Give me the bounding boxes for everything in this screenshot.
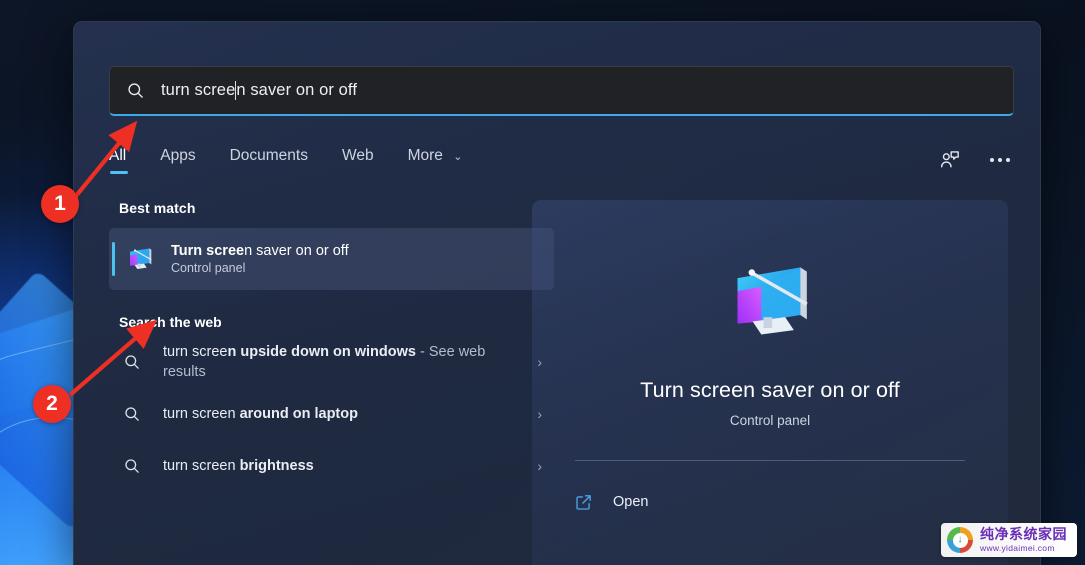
tab-documents-label: Documents — [229, 146, 308, 164]
watermark: ↓ 纯净系统家园 www.yidaimei.com — [941, 523, 1077, 557]
monitor-stylus-icon — [712, 250, 828, 354]
feedback-person-icon[interactable] — [936, 146, 964, 174]
tab-apps-label: Apps — [160, 146, 196, 164]
best-match-subtitle: Control panel — [171, 261, 246, 275]
tab-more-label: More — [407, 146, 443, 164]
web-result-row[interactable]: turn screen around on laptop › — [109, 388, 554, 440]
search-the-web-heading: Search the web — [119, 314, 222, 330]
monitor-stylus-icon — [123, 242, 157, 276]
open-action-label: Open — [613, 494, 649, 510]
web-result-text: turn screen upside down on windows - See… — [163, 342, 529, 382]
tab-all-label: All — [109, 146, 127, 164]
external-link-icon — [574, 493, 593, 512]
preview-title: Turn screen saver on or off — [640, 378, 900, 402]
search-query-before-caret: turn scree — [161, 81, 236, 99]
tab-all[interactable]: All — [109, 146, 129, 174]
best-match-result-row[interactable]: Turn screen saver on or off Control pane… — [109, 228, 554, 290]
ellipsis-dot — [998, 158, 1002, 162]
search-icon — [123, 405, 145, 423]
search-icon — [126, 81, 145, 100]
web-result-text: turn screen around on laptop — [163, 404, 529, 424]
result-preview-panel: Turn screen saver on or off Control pane… — [532, 200, 1008, 565]
chevron-down-icon: ⌄ — [453, 150, 463, 163]
download-arrow-glyph: ↓ — [952, 532, 968, 548]
web-result-prefix: turn screen — [163, 406, 240, 422]
preview-divider — [575, 460, 965, 461]
ellipsis-dot — [990, 158, 994, 162]
web-result-bold: around on laptop — [239, 406, 358, 422]
best-match-title-rest: n saver on or off — [244, 243, 349, 259]
best-match-title: Turn screen saver on or off — [171, 243, 349, 259]
download-arrow-icon: ↓ — [947, 527, 973, 553]
search-icon — [123, 353, 145, 371]
desktop-background: turn scree n saver on or off All Apps Doc… — [0, 0, 1085, 565]
search-query-text: turn scree n saver on or off — [161, 81, 357, 100]
web-result-row[interactable]: turn screen brightness › — [109, 440, 554, 492]
tab-web[interactable]: Web — [342, 147, 374, 174]
web-result-text: turn screen brightness — [163, 456, 529, 476]
more-options-ellipsis-icon[interactable] — [986, 146, 1014, 174]
best-match-title-bold: Turn scree — [171, 243, 245, 259]
search-input[interactable]: turn scree n saver on or off — [109, 66, 1014, 116]
watermark-texts: 纯净系统家园 www.yidaimei.com — [980, 527, 1067, 553]
search-filter-tabs: All Apps Documents Web More ⌄ — [109, 137, 1014, 183]
web-result-row[interactable]: turn screen upside down on windows - See… — [109, 336, 554, 388]
tab-web-label: Web — [341, 146, 374, 164]
ellipsis-dot — [1006, 158, 1010, 162]
search-icon — [123, 457, 145, 475]
tab-more[interactable]: More ⌄ — [408, 147, 463, 174]
web-result-prefix: turn scree — [163, 344, 228, 360]
web-result-bold: n upside down on windows — [227, 344, 416, 360]
best-match-heading: Best match — [119, 200, 196, 216]
watermark-url: www.yidaimei.com — [980, 542, 1055, 553]
search-results-list: Best match Turn screen saver on or off C… — [109, 200, 554, 565]
windows-search-panel: turn scree n saver on or off All Apps Doc… — [73, 21, 1041, 565]
search-query-after-caret: n saver on or off — [236, 81, 358, 99]
tab-documents[interactable]: Documents — [230, 147, 308, 174]
tab-apps[interactable]: Apps — [160, 147, 195, 174]
watermark-site-name: 纯净系统家园 — [980, 526, 1067, 543]
best-match-texts: Turn screen saver on or off Control pane… — [171, 243, 349, 275]
web-result-prefix: turn screen — [163, 458, 240, 474]
preview-subtitle: Control panel — [729, 413, 811, 428]
web-result-bold: brightness — [239, 458, 314, 474]
ellipsis-dots — [990, 158, 1010, 162]
open-action-button[interactable]: Open — [550, 480, 990, 524]
